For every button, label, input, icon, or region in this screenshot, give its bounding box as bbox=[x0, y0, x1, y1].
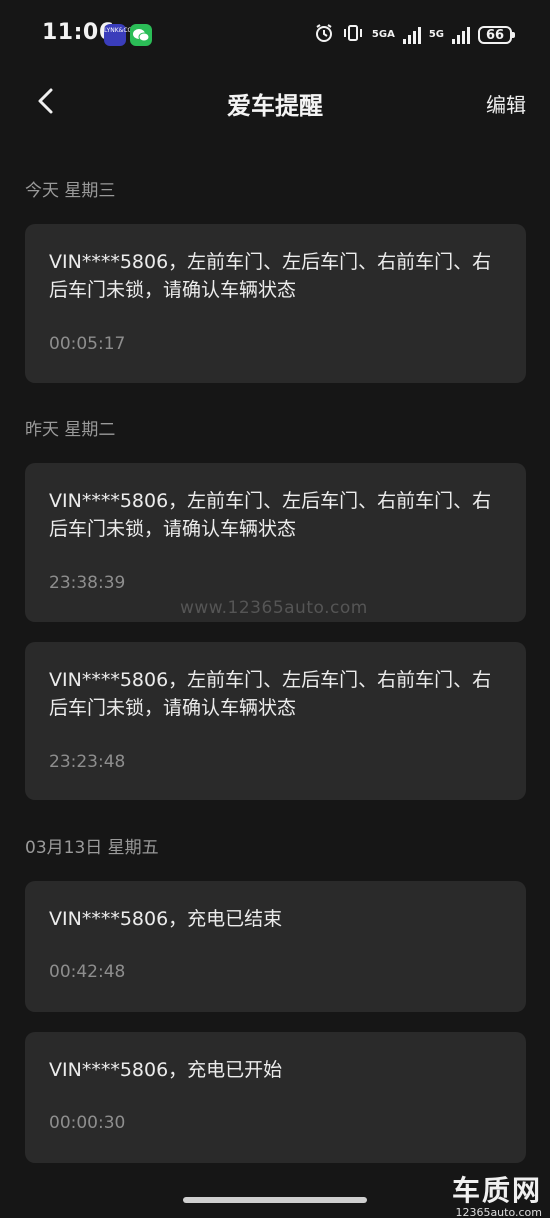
notification-card[interactable]: VIN****5806，左前车门、左后车门、右前车门、右后车门未锁，请确认车辆状… bbox=[25, 224, 526, 383]
notification-card[interactable]: VIN****5806，左前车门、左后车门、右前车门、右后车门未锁，请确认车辆状… bbox=[25, 642, 526, 800]
notification-message: VIN****5806，左前车门、左后车门、右前车门、右后车门未锁，请确认车辆状… bbox=[49, 490, 492, 540]
network-type-1: 5GA bbox=[371, 29, 395, 40]
notification-page: 11:06 LYNK&CO 5GA 5G 66 爱车提醒 编辑 今天 星期三 V… bbox=[0, 0, 550, 1218]
watermark: www.12365auto.com bbox=[180, 598, 368, 618]
notification-message: VIN****5806，充电已结束 bbox=[49, 908, 283, 930]
app-header: 爱车提醒 编辑 bbox=[0, 76, 550, 128]
notification-time: 23:38:39 bbox=[49, 573, 126, 593]
battery-icon: 66 bbox=[478, 26, 515, 44]
signal-icon bbox=[402, 26, 421, 44]
notification-time: 00:42:48 bbox=[49, 962, 126, 982]
wechat-app-icon bbox=[130, 24, 152, 46]
notification-message: VIN****5806，左前车门、左后车门、右前车门、右后车门未锁，请确认车辆状… bbox=[49, 251, 492, 301]
site-logo-title: 车质网 bbox=[451, 1174, 542, 1207]
section-label-date: 03月13日 星期五 bbox=[25, 838, 159, 858]
site-logo: 车质网 12365auto.com bbox=[452, 1176, 542, 1218]
edit-button[interactable]: 编辑 bbox=[486, 89, 526, 118]
status-indicators: 5GA 5G 66 bbox=[314, 22, 515, 48]
home-indicator[interactable] bbox=[183, 1197, 367, 1203]
notification-time: 00:00:30 bbox=[49, 1113, 126, 1133]
notification-message: VIN****5806，左前车门、左后车门、右前车门、右后车门未锁，请确认车辆状… bbox=[49, 669, 492, 719]
signal-icon-2 bbox=[452, 26, 470, 44]
section-label-today: 今天 星期三 bbox=[25, 181, 116, 201]
network-type-2: 5G bbox=[428, 29, 444, 40]
notification-card[interactable]: VIN****5806，充电已开始 00:00:30 bbox=[25, 1032, 526, 1163]
notification-time: 23:23:48 bbox=[49, 752, 126, 772]
notification-message: VIN****5806，充电已开始 bbox=[49, 1059, 283, 1081]
status-bar: 11:06 LYNK&CO 5GA 5G 66 bbox=[0, 0, 550, 70]
site-logo-url: 12365auto.com bbox=[455, 1206, 542, 1218]
page-title: 爱车提醒 bbox=[227, 92, 323, 120]
notification-time: 00:05:17 bbox=[49, 334, 126, 354]
alarm-icon bbox=[314, 23, 334, 47]
lynkco-app-icon: LYNK&CO bbox=[104, 24, 132, 46]
vibrate-icon bbox=[342, 23, 364, 47]
notification-card[interactable]: VIN****5806，充电已结束 00:42:48 bbox=[25, 881, 526, 1012]
section-label-yesterday: 昨天 星期二 bbox=[25, 420, 116, 440]
